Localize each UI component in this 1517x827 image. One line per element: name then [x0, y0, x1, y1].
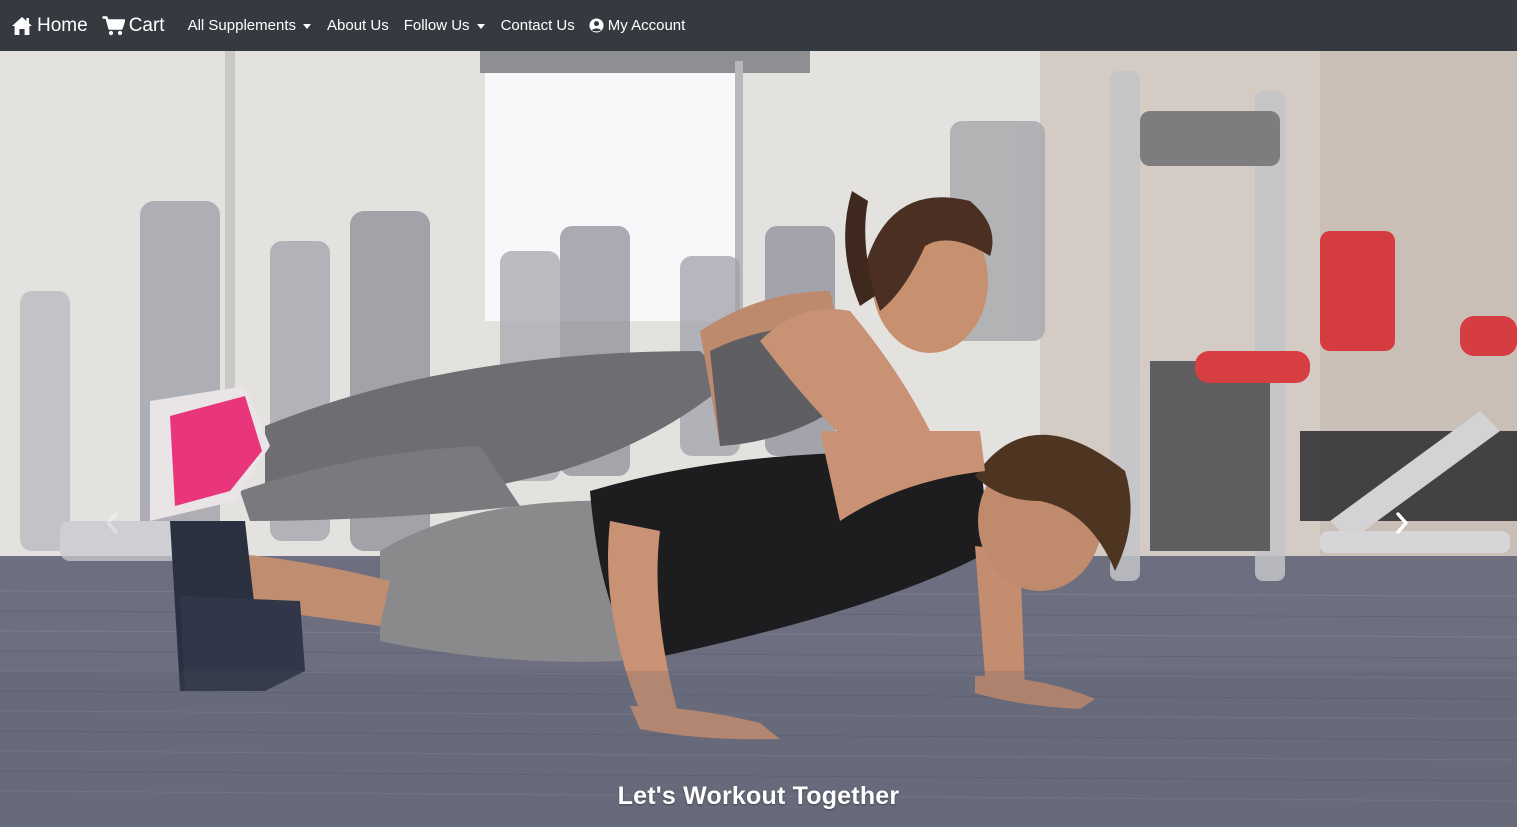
chevron-left-icon	[106, 512, 118, 534]
nav-cart[interactable]: Cart	[102, 15, 165, 37]
caret-down-icon	[303, 24, 311, 29]
nav-all-supplements-dropdown[interactable]: All Supplements	[188, 17, 311, 34]
carousel-prev-button[interactable]	[100, 506, 124, 540]
caret-down-icon	[476, 24, 485, 29]
nav-cart-label: Cart	[128, 14, 165, 36]
nav-contact-us[interactable]: Contact Us	[501, 17, 575, 34]
nav-home-label: Home	[37, 14, 88, 36]
user-circle-icon	[589, 18, 604, 33]
nav-home[interactable]: Home	[11, 15, 88, 37]
nav-my-account-label: My Account	[607, 17, 686, 34]
nav-about-us-label: About Us	[327, 17, 389, 34]
home-icon	[11, 16, 33, 36]
nav-my-account[interactable]: My Account	[589, 17, 686, 34]
carousel-caption: Let's Workout Together	[617, 782, 900, 810]
chevron-right-icon	[1396, 512, 1408, 534]
nav-all-supplements-label: All Supplements	[187, 17, 296, 34]
hero-image	[0, 51, 1517, 827]
carousel-next-button[interactable]	[1390, 506, 1414, 540]
nav-about-us[interactable]: About Us	[327, 17, 389, 34]
hero-carousel	[0, 51, 1517, 827]
nav-follow-us-label: Follow Us	[403, 17, 470, 34]
cart-icon	[102, 15, 125, 36]
top-navbar: Home Cart All Supplements About Us Follo…	[0, 0, 1517, 51]
nav-follow-us-dropdown[interactable]: Follow Us	[404, 17, 485, 34]
nav-contact-us-label: Contact Us	[500, 17, 575, 34]
